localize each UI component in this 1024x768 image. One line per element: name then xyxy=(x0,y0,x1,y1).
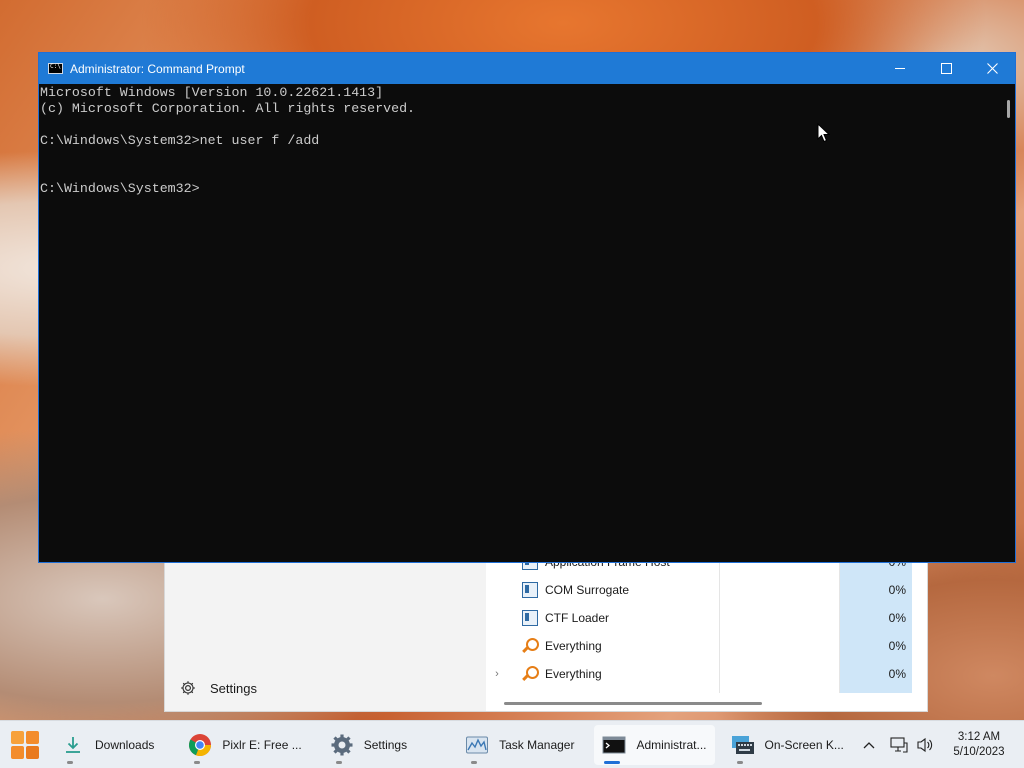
taskbar-item-task-manager[interactable]: Task Manager xyxy=(457,725,582,765)
process-name: COM Surrogate xyxy=(545,583,630,597)
magnifier-icon xyxy=(522,666,539,682)
taskbar-item-chrome[interactable]: Pixlr E: Free ... xyxy=(180,725,309,765)
window-icon xyxy=(522,582,538,598)
process-table: Application Frame Host 0% COM Surrogate … xyxy=(486,554,927,711)
taskbar-item-settings[interactable]: Settings xyxy=(322,725,415,765)
cpu-value: 0% xyxy=(888,667,906,681)
task-manager-nav: Settings xyxy=(165,556,486,711)
cmd-icon xyxy=(602,733,626,757)
network-icon[interactable] xyxy=(886,725,912,765)
taskbar-item-label: Task Manager xyxy=(499,737,575,752)
running-indicator xyxy=(471,760,478,764)
minimize-button[interactable] xyxy=(877,53,923,84)
system-tray: 3:12 AM 5/10/2023 xyxy=(856,721,1024,768)
cpu-value: 0% xyxy=(888,611,906,625)
active-indicator xyxy=(604,760,621,764)
chrome-icon xyxy=(188,733,212,757)
running-indicator xyxy=(194,760,201,764)
running-indicator xyxy=(67,760,73,764)
maximize-button[interactable] xyxy=(923,53,969,84)
gear-icon xyxy=(181,681,195,695)
scrollbar-thumb[interactable] xyxy=(1007,100,1010,118)
clock[interactable]: 3:12 AM 5/10/2023 xyxy=(942,730,1016,760)
settings-label: Settings xyxy=(210,680,257,696)
keyboard-icon xyxy=(731,733,755,757)
table-row[interactable]: Everything 0% xyxy=(486,632,927,660)
task-manager-icon xyxy=(465,733,489,757)
magnifier-icon xyxy=(522,638,539,654)
close-icon xyxy=(986,63,998,74)
taskbar-item-label: Administrat... xyxy=(636,737,707,752)
start-button[interactable] xyxy=(3,723,47,767)
console-line: C:\Windows\System32>net user f /add xyxy=(40,133,320,148)
cpu-value: 0% xyxy=(888,639,906,653)
clock-date: 5/10/2023 xyxy=(953,746,1005,758)
horizontal-scrollbar[interactable] xyxy=(504,702,762,705)
gear-icon xyxy=(330,733,354,757)
title-bar[interactable]: Administrator: Command Prompt xyxy=(39,53,1015,84)
taskbar-item-label: Settings xyxy=(363,737,408,752)
process-name: CTF Loader xyxy=(545,611,610,625)
process-name: Everything xyxy=(545,639,602,653)
window-icon xyxy=(522,610,538,626)
vertical-scrollbar[interactable] xyxy=(999,84,1015,562)
table-row[interactable]: › Everything 0% xyxy=(486,660,927,688)
clock-time: 3:12 AM xyxy=(957,731,1001,743)
command-prompt-window: Administrator: Command Prompt Microsoft … xyxy=(38,52,1016,563)
console-line: Microsoft Windows [Version 10.0.22621.14… xyxy=(40,85,384,100)
taskbar-item-downloads[interactable]: Downloads xyxy=(53,725,162,765)
running-indicator xyxy=(736,760,743,764)
cmd-icon xyxy=(48,63,63,74)
taskbar-item-on-screen-keyboard[interactable]: On-Screen K... xyxy=(723,725,852,765)
volume-icon[interactable] xyxy=(912,725,938,765)
running-indicator xyxy=(335,760,342,764)
console-output[interactable]: Microsoft Windows [Version 10.0.22621.14… xyxy=(39,84,999,562)
expand-chevron-icon[interactable]: › xyxy=(486,668,508,680)
table-row[interactable]: CTF Loader 0% xyxy=(486,604,927,632)
show-hidden-icons-chevron-up-icon[interactable] xyxy=(856,725,882,765)
taskbar-item-label: Pixlr E: Free ... xyxy=(222,737,302,752)
taskbar-item-command-prompt[interactable]: Administrat... xyxy=(594,724,715,765)
start-icon xyxy=(11,730,39,759)
taskbar: Downloads Pixlr E: Free ... Settings Tas… xyxy=(0,720,1024,768)
close-button[interactable] xyxy=(969,53,1015,84)
download-icon xyxy=(61,733,85,757)
task-manager-window: Settings Application Frame Host 0% COM S… xyxy=(164,554,928,712)
mouse-cursor-icon xyxy=(817,123,831,143)
console-prompt: C:\Windows\System32> xyxy=(40,181,200,196)
process-name: Everything xyxy=(545,667,602,681)
cpu-value: 0% xyxy=(888,583,906,597)
window-title: Administrator: Command Prompt xyxy=(70,61,245,76)
table-row[interactable]: COM Surrogate 0% xyxy=(486,576,927,604)
taskbar-item-label: Downloads xyxy=(95,737,155,752)
console-line: (c) Microsoft Corporation. All rights re… xyxy=(40,101,416,116)
taskbar-item-label: On-Screen K... xyxy=(764,737,844,752)
task-manager-settings-nav-item[interactable]: Settings xyxy=(180,680,257,696)
